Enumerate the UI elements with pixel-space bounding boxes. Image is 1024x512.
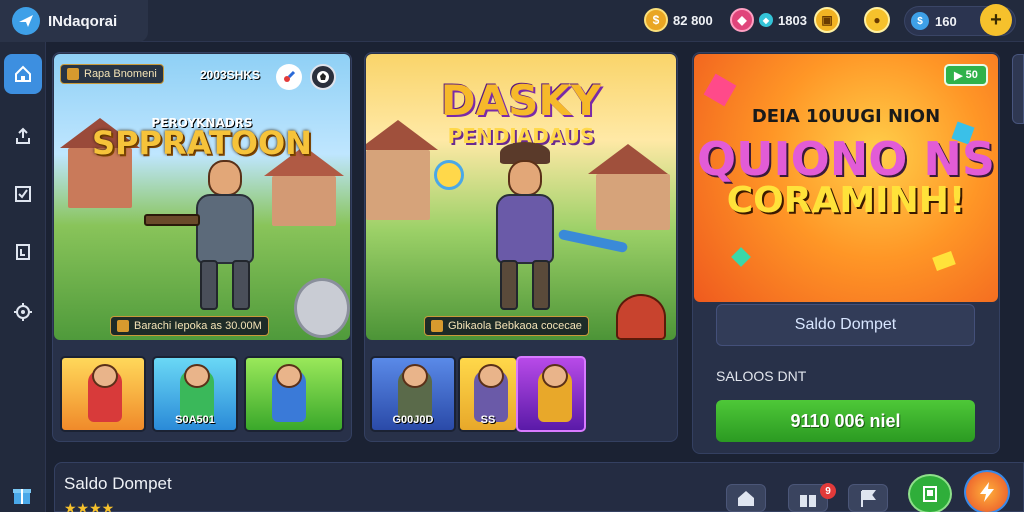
gem-value: 1803 — [778, 12, 807, 28]
wallet-action-button[interactable]: 9110 006 niel — [716, 400, 975, 442]
house — [596, 174, 670, 230]
flag-button[interactable] — [848, 484, 888, 512]
promo-line-3: CORAMINH! — [726, 180, 966, 221]
book-icon — [923, 486, 937, 502]
notification-badge: 9 — [820, 483, 836, 499]
sidebar-item-ranking[interactable] — [4, 232, 42, 272]
saldo-field[interactable]: Saldo Dompet — [716, 304, 975, 346]
confetti — [703, 73, 737, 107]
gift-icon[interactable] — [10, 482, 34, 511]
confetti — [731, 247, 751, 267]
hero-character — [144, 160, 282, 320]
home-button[interactable] — [726, 484, 766, 512]
diamond-icon: ◆ — [759, 13, 773, 27]
banner-title: SPPRATOON — [92, 124, 312, 162]
top-bar: INdaqorai $ 82 800 ◆ ◆ 1803 ▣ ● $ 160 + — [0, 0, 1024, 42]
banner-title: DASKY — [440, 76, 602, 125]
game-thumb[interactable]: SS — [458, 356, 518, 432]
checklist-icon — [15, 186, 31, 202]
sidebar-item-checklist[interactable] — [4, 174, 42, 214]
shield-icon — [294, 278, 350, 338]
game-thumb[interactable] — [244, 356, 344, 432]
ranking-icon — [16, 244, 30, 260]
game-thumb[interactable]: S0A501 — [152, 356, 238, 432]
banner-footer-chip: Gbikaola Bebkaoa cocecae — [424, 316, 589, 336]
hero-character — [434, 142, 629, 320]
game-banner-2[interactable]: DASKY PENDIADAUS Gbikaola Bebkaoa coceca… — [366, 54, 676, 340]
sidebar-item-settings[interactable] — [4, 292, 42, 332]
sidebar-item-upload[interactable] — [4, 116, 42, 156]
app-name: INdaqorai — [48, 12, 118, 30]
hammer-icon — [67, 68, 79, 80]
chest-icon: ▣ — [814, 7, 840, 33]
book-button[interactable] — [908, 474, 952, 512]
gold-coin-icon: $ — [644, 8, 668, 32]
soccer-ball-icon[interactable] — [310, 64, 336, 90]
game-thumb[interactable] — [60, 356, 146, 432]
medal-button[interactable]: ● — [864, 5, 890, 35]
confetti — [932, 251, 956, 271]
sidebar-item-home[interactable] — [4, 54, 42, 94]
energy-button[interactable] — [964, 470, 1010, 512]
mascot — [616, 294, 666, 340]
game-banner-1[interactable]: Rapa Bnomeni 2003SHKS PEROYKNADRS SPPRAT… — [54, 54, 350, 340]
game-thumb[interactable]: G00J0D — [370, 356, 456, 432]
sidebar — [0, 42, 46, 512]
trophy-icon — [431, 320, 443, 332]
energy-icon — [980, 482, 994, 502]
house-icon — [738, 491, 754, 506]
rank-chip: Rapa Bnomeni — [60, 64, 164, 84]
settings-icon — [14, 303, 32, 321]
house-roof — [588, 144, 668, 174]
brand[interactable]: INdaqorai — [0, 0, 148, 42]
banner-footer-chip: Barachi Iepoka as 30.00M — [110, 316, 269, 336]
score-text: 2003SHKS — [200, 68, 261, 82]
scroll-handle[interactable] — [1012, 54, 1024, 124]
saldo-caption: SALOOS DNT — [716, 368, 807, 384]
gold-coin-value: 82 800 — [673, 12, 713, 28]
upload-icon — [16, 127, 30, 144]
gold-coin-counter[interactable]: $ 82 800 — [644, 5, 713, 35]
house — [366, 150, 430, 220]
chest-button[interactable]: ▣ — [814, 5, 840, 35]
play-icon: ▶ — [954, 69, 963, 82]
bottom-title: Saldo Dompet — [64, 474, 172, 493]
blue-coin-icon: $ — [911, 12, 929, 30]
rating-stars: ★★★★ — [64, 500, 115, 512]
gem-counter[interactable]: ◆ ◆ 1803 — [730, 5, 807, 35]
flag-icon — [861, 490, 876, 507]
trophy-icon — [117, 320, 129, 332]
promo-banner[interactable]: ▶ 50 DEIA 10UUGI NION QUIONO NS CORAMINH… — [694, 54, 998, 302]
promo-badge[interactable]: ▶ 50 — [944, 64, 988, 86]
wallet-value: 160 — [935, 13, 957, 29]
add-funds-button[interactable]: + — [980, 4, 1012, 36]
gift-icon — [800, 495, 816, 507]
gem-icon: ◆ — [730, 8, 754, 32]
promo-line-2: QUIONO NS — [697, 132, 995, 186]
medal-icon: ● — [864, 7, 890, 33]
game-thumb[interactable] — [516, 356, 586, 432]
matchmaker-icon[interactable] — [276, 64, 302, 90]
plane-icon — [12, 7, 40, 35]
promo-line-1: DEIA 10UUGI NION — [751, 106, 941, 127]
home-icon — [15, 65, 31, 82]
